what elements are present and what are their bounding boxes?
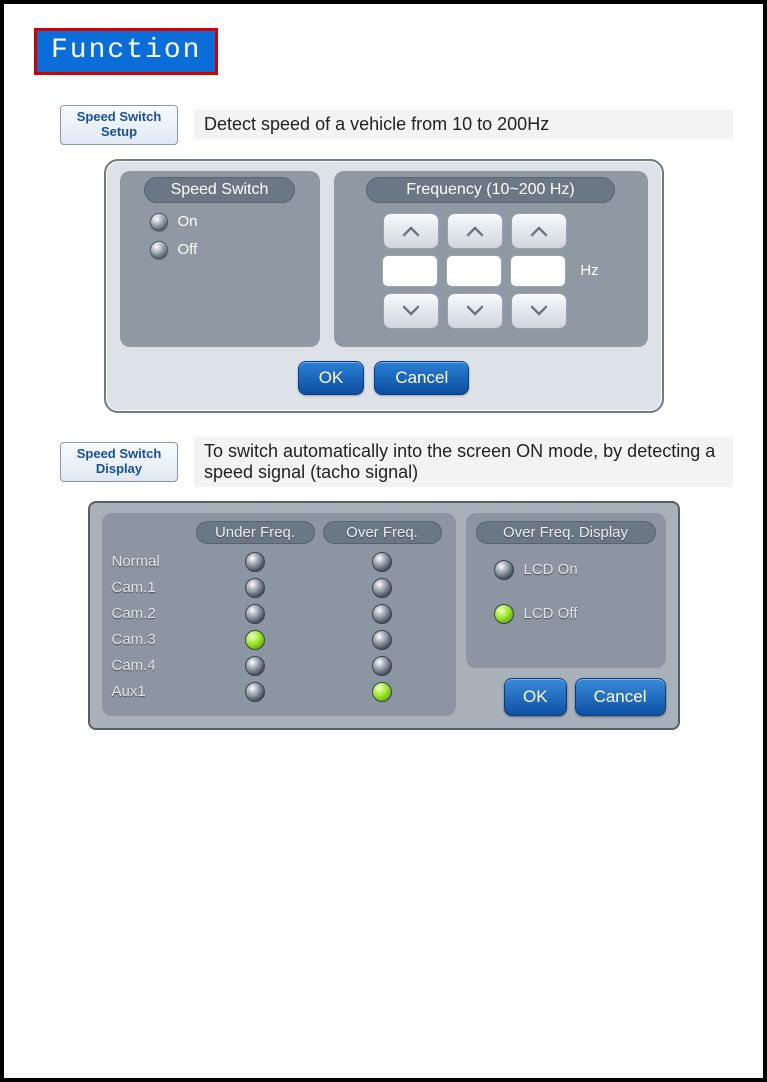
under-freq-radio[interactable] (245, 656, 265, 676)
ok-button[interactable]: OK (504, 678, 567, 716)
under-freq-radio[interactable] (245, 630, 265, 650)
frequency-panel: Frequency (10~200 Hz) (334, 171, 648, 347)
chevron-up-icon (402, 225, 420, 237)
over-freq-radio[interactable] (372, 578, 392, 598)
row-label: Cam.4 (112, 657, 192, 674)
freq-digit2-input[interactable] (446, 255, 502, 287)
speed-switch-panel: Speed Switch On Off (120, 171, 320, 347)
speed-switch-display-button[interactable]: Speed Switch Display (60, 442, 178, 482)
speed-switch-setup-dialog: Speed Switch On Off Frequency (10~200 Hz… (104, 159, 664, 413)
on-label: On (178, 213, 198, 230)
freq-mode-row: Aux1 (112, 682, 446, 702)
under-freq-radio[interactable] (245, 682, 265, 702)
cancel-button[interactable]: Cancel (374, 361, 469, 395)
radio-icon (150, 241, 168, 259)
under-freq-column-header: Under Freq. (196, 521, 315, 544)
page-title: Function (34, 28, 218, 75)
over-freq-radio[interactable] (372, 682, 392, 702)
under-freq-radio[interactable] (245, 552, 265, 572)
freq-digit2-up-button[interactable] (447, 213, 503, 249)
chevron-down-icon (466, 305, 484, 317)
freq-digit1-input[interactable] (382, 255, 438, 287)
chevron-up-icon (466, 225, 484, 237)
freq-digit3-down-button[interactable] (511, 293, 567, 329)
row-label: Cam.2 (112, 605, 192, 622)
over-freq-radio[interactable] (372, 552, 392, 572)
chevron-down-icon (530, 305, 548, 317)
speed-switch-on-row[interactable]: On (150, 213, 308, 231)
chevron-down-icon (402, 305, 420, 317)
over-freq-display-title: Over Freq. Display (476, 521, 656, 544)
lcd-off-label: LCD Off (524, 605, 578, 622)
lcd-on-option[interactable]: LCD On (494, 560, 656, 580)
frequency-panel-title: Frequency (10~200 Hz) (366, 177, 615, 203)
ok-button[interactable]: OK (298, 361, 365, 395)
freq-mode-row: Cam.1 (112, 578, 446, 598)
speed-switch-setup-button[interactable]: Speed Switch Setup (60, 105, 178, 145)
row-label: Normal (112, 553, 192, 570)
over-freq-column-header: Over Freq. (323, 521, 442, 544)
freq-mode-row: Cam.2 (112, 604, 446, 624)
radio-icon (494, 560, 514, 580)
speed-switch-off-row[interactable]: Off (150, 241, 308, 259)
freq-mode-row: Normal (112, 552, 446, 572)
row-label: Aux1 (112, 683, 192, 700)
over-freq-display-panel: Over Freq. Display LCD On LCD Off (466, 513, 666, 668)
freq-mode-row: Cam.4 (112, 656, 446, 676)
radio-icon (150, 213, 168, 231)
lcd-on-label: LCD On (524, 561, 578, 578)
freq-digit1-down-button[interactable] (383, 293, 439, 329)
under-freq-radio[interactable] (245, 578, 265, 598)
freq-digit1-up-button[interactable] (383, 213, 439, 249)
section2-description: To switch automatically into the screen … (194, 437, 733, 487)
freq-digit3-input[interactable] (510, 255, 566, 287)
under-freq-radio[interactable] (245, 604, 265, 624)
over-freq-radio[interactable] (372, 656, 392, 676)
radio-icon (494, 604, 514, 624)
freq-mode-row: Cam.3 (112, 630, 446, 650)
cancel-button[interactable]: Cancel (575, 678, 666, 716)
lcd-off-option[interactable]: LCD Off (494, 604, 656, 624)
over-freq-radio[interactable] (372, 630, 392, 650)
speed-switch-display-dialog: Under Freq. Over Freq. Normal Cam.1 Cam.2 C… (88, 501, 680, 730)
section1-description: Detect speed of a vehicle from 10 to 200… (194, 110, 733, 139)
hz-unit-label: Hz (580, 262, 598, 279)
off-label: Off (178, 241, 198, 258)
row-label: Cam.1 (112, 579, 192, 596)
freq-digit3-up-button[interactable] (511, 213, 567, 249)
chevron-up-icon (530, 225, 548, 237)
row-label: Cam.3 (112, 631, 192, 648)
freq-mode-panel: Under Freq. Over Freq. Normal Cam.1 Cam.2 C… (102, 513, 456, 716)
freq-digit2-down-button[interactable] (447, 293, 503, 329)
over-freq-radio[interactable] (372, 604, 392, 624)
speed-switch-panel-title: Speed Switch (144, 177, 295, 203)
